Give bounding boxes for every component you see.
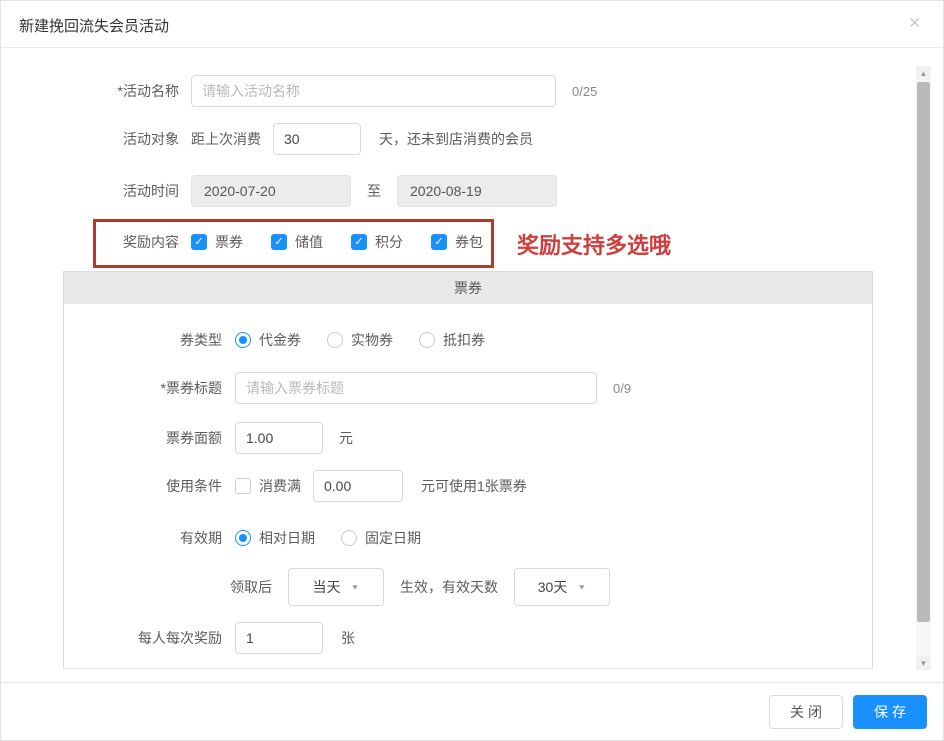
coupon-panel-header: 票券 (64, 272, 872, 304)
save-button[interactable]: 保存 (853, 695, 927, 729)
coupon-amount-row: 票券面额 元 (64, 422, 353, 454)
valid-days-select[interactable]: 30天 ▼ (514, 568, 610, 606)
use-condition-row: 使用条件 ✓ 消费满 元可使用1张票券 (64, 470, 527, 502)
radio-selected-icon (235, 530, 251, 546)
per-person-reward-label: 每人每次奖励 (64, 628, 235, 648)
reward-checkbox-label: 票券 (215, 232, 243, 252)
modal-header: 新建挽回流失会员活动 ✕ (1, 1, 943, 48)
validity-row: 有效期 相对日期 固定日期 (64, 522, 447, 554)
activity-time-row: 活动时间 2020-07-20 至 2020-08-19 (1, 175, 557, 207)
radio-physical-coupon[interactable]: 实物券 (327, 330, 393, 350)
radio-deduction-coupon[interactable]: 抵扣券 (419, 330, 485, 350)
checkbox-checked-icon: ✓ (191, 234, 207, 250)
min-spend-checkbox[interactable]: ✓ 消费满 (235, 476, 301, 496)
radio-unselected-icon (341, 530, 357, 546)
checkbox-checked-icon: ✓ (351, 234, 367, 250)
activity-target-prefix: 距上次消费 (191, 129, 261, 149)
reward-checkbox-label: 积分 (375, 232, 403, 252)
activity-target-label: 活动对象 (1, 129, 191, 149)
coupon-type-label: 券类型 (64, 330, 235, 350)
radio-label: 代金券 (259, 330, 301, 350)
scroll-up-icon[interactable]: ▲ (916, 66, 931, 80)
per-person-reward-unit: 张 (341, 628, 355, 648)
reward-checkbox-stored-value[interactable]: ✓ 储值 (271, 232, 323, 252)
modal-footer: 关闭 保存 (1, 682, 943, 740)
create-activity-modal: 新建挽回流失会员活动 ✕ *活动名称 0/25 活动对象 距上次消费 天，还未到… (0, 0, 944, 741)
coupon-title-counter: 0/9 (613, 381, 631, 396)
end-date-input[interactable]: 2020-08-19 (397, 175, 557, 207)
validity-label: 有效期 (64, 528, 235, 548)
effective-delay-value: 当天 (313, 577, 341, 597)
close-icon[interactable]: ✕ (908, 14, 921, 32)
radio-relative-date[interactable]: 相对日期 (235, 528, 315, 548)
radio-label: 相对日期 (259, 528, 315, 548)
checkbox-checked-icon: ✓ (271, 234, 287, 250)
scroll-down-icon[interactable]: ▼ (916, 656, 931, 670)
reward-checkbox-label: 储值 (295, 232, 323, 252)
vertical-scrollbar[interactable]: ▲ ▼ (916, 66, 931, 670)
caret-down-icon: ▼ (351, 583, 360, 591)
radio-selected-icon (235, 332, 251, 348)
coupon-panel: 票券 券类型 代金券 实物券 抵扣券 *票券标题 (63, 271, 873, 669)
radio-unselected-icon (327, 332, 343, 348)
reward-checkbox-points[interactable]: ✓ 积分 (351, 232, 403, 252)
coupon-amount-unit: 元 (339, 428, 353, 448)
rewards-label: 奖励内容 (1, 232, 191, 252)
per-person-reward-input[interactable] (235, 622, 323, 654)
coupon-amount-input[interactable] (235, 422, 323, 454)
per-person-reward-row: 每人每次奖励 张 (64, 622, 355, 654)
activity-name-input[interactable] (191, 75, 556, 107)
annotation-text: 奖励支持多选哦 (517, 228, 671, 260)
radio-cash-coupon[interactable]: 代金券 (235, 330, 301, 350)
caret-down-icon: ▼ (577, 583, 586, 591)
coupon-title-input[interactable] (235, 372, 597, 404)
radio-label: 抵扣券 (443, 330, 485, 350)
radio-fixed-date[interactable]: 固定日期 (341, 528, 421, 548)
reward-checkbox-coupon[interactable]: ✓ 票券 (191, 232, 243, 252)
coupon-amount-label: 票券面额 (64, 428, 235, 448)
modal-title: 新建挽回流失会员活动 (19, 15, 169, 36)
effective-prefix: 领取后 (230, 577, 272, 597)
effective-delay-select[interactable]: 当天 ▼ (288, 568, 384, 606)
activity-time-label: 活动时间 (1, 181, 191, 201)
activity-name-label: *活动名称 (1, 81, 191, 101)
coupon-title-row: *票券标题 0/9 (64, 372, 631, 404)
radio-label: 固定日期 (365, 528, 421, 548)
checkbox-unchecked-icon: ✓ (235, 478, 251, 494)
rewards-row: 奖励内容 ✓ 票券 ✓ 储值 ✓ 积分 ✓ 券包 (1, 226, 511, 258)
use-condition-suffix: 元可使用1张票券 (421, 476, 527, 496)
coupon-type-row: 券类型 代金券 实物券 抵扣券 (64, 324, 511, 356)
activity-target-row: 活动对象 距上次消费 天，还未到店消费的会员 (1, 123, 533, 155)
start-date-input[interactable]: 2020-07-20 (191, 175, 351, 207)
min-spend-checkbox-label: 消费满 (259, 476, 301, 496)
min-spend-input[interactable] (313, 470, 403, 502)
date-separator: 至 (367, 181, 381, 201)
activity-target-suffix: 天，还未到店消费的会员 (379, 129, 533, 149)
scrollbar-thumb[interactable] (917, 82, 930, 622)
use-condition-label: 使用条件 (64, 476, 235, 496)
reward-checkbox-coupon-pack[interactable]: ✓ 券包 (431, 232, 483, 252)
modal-body: *活动名称 0/25 活动对象 距上次消费 天，还未到店消费的会员 活动时间 2… (1, 48, 943, 684)
effective-time-row: 领取后 当天 ▼ 生效，有效天数 30天 ▼ (64, 568, 610, 606)
days-since-purchase-input[interactable] (273, 123, 361, 155)
radio-unselected-icon (419, 332, 435, 348)
coupon-title-label: *票券标题 (64, 378, 235, 398)
activity-name-counter: 0/25 (572, 84, 597, 99)
close-button[interactable]: 关闭 (769, 695, 843, 729)
effective-middle-text: 生效，有效天数 (400, 577, 498, 597)
reward-checkbox-label: 券包 (455, 232, 483, 252)
activity-name-row: *活动名称 0/25 (1, 75, 597, 107)
valid-days-value: 30天 (538, 577, 568, 597)
checkbox-checked-icon: ✓ (431, 234, 447, 250)
radio-label: 实物券 (351, 330, 393, 350)
